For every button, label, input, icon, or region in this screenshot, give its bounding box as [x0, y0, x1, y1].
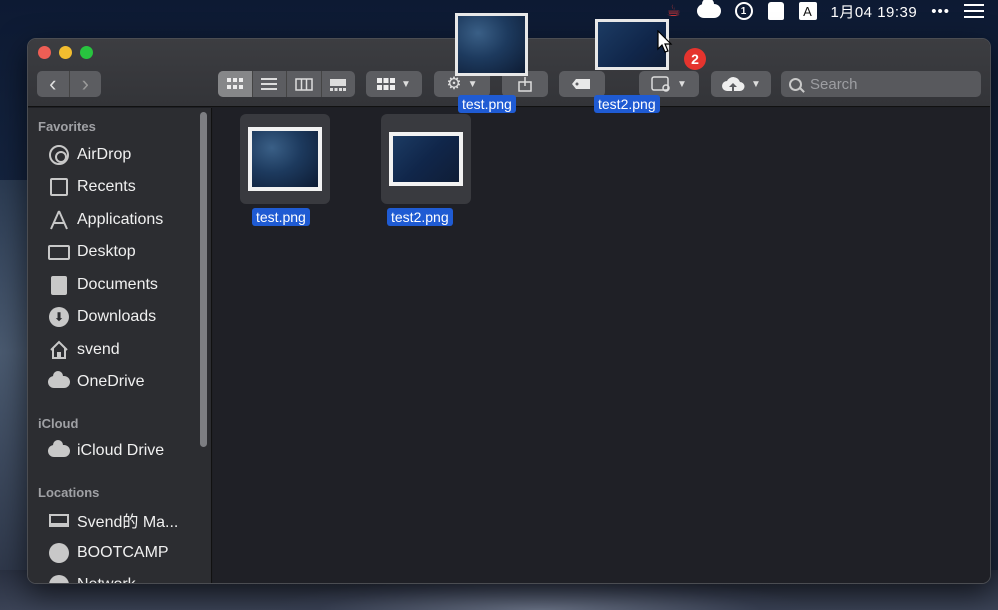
- gear-icon: ⚙: [446, 74, 462, 93]
- file-thumbnail-selected: [240, 114, 330, 204]
- chevron-down-icon: ▼: [677, 78, 687, 90]
- cloud-button[interactable]: ▼: [711, 71, 771, 97]
- group-by-button[interactable]: ▼: [366, 71, 422, 97]
- search-input[interactable]: Search: [781, 71, 981, 97]
- close-button[interactable]: [38, 46, 51, 59]
- image-thumbnail: [389, 132, 463, 186]
- sidebar-item-label: Documents: [77, 276, 158, 293]
- back-button[interactable]: ‹: [37, 71, 70, 97]
- sidebar-item-label: BOOTCAMP: [77, 544, 169, 561]
- airdrop-icon: [48, 145, 70, 165]
- sidebar-section-favorites: Favorites: [38, 119, 96, 134]
- group-grid-icon: [377, 78, 396, 90]
- image-thumbnail: [248, 127, 322, 191]
- columns-icon: [295, 77, 313, 91]
- gallery-icon: [330, 78, 347, 91]
- sidebar-item-label: Applications: [77, 211, 164, 228]
- sidebar-scrollbar[interactable]: [200, 112, 207, 447]
- zoom-button[interactable]: [80, 46, 93, 59]
- file-name-label[interactable]: test.png: [252, 208, 310, 226]
- input-source-icon[interactable]: A: [798, 2, 817, 20]
- sidebar-section-icloud: iCloud: [38, 416, 79, 431]
- menu-more-icon[interactable]: •••: [931, 3, 950, 20]
- sidebar-item-network[interactable]: Network: [48, 572, 136, 583]
- list-view-button[interactable]: [253, 71, 287, 97]
- sidebar-item-applications[interactable]: Applications: [48, 207, 163, 233]
- chevron-left-icon: ‹: [49, 71, 57, 96]
- chevron-down-icon: ▼: [467, 78, 478, 90]
- home-icon: [48, 340, 70, 360]
- sidebar-item-onedrive[interactable]: OneDrive: [48, 369, 145, 395]
- file-name-label[interactable]: test2.png: [387, 208, 453, 226]
- sidebar-item-desktop[interactable]: Desktop: [48, 239, 136, 265]
- preview-icon: [651, 76, 670, 92]
- downloads-icon: ⬇: [48, 307, 70, 327]
- mouse-pointer-icon: [657, 30, 673, 53]
- column-view-button[interactable]: [287, 71, 322, 97]
- sidebar-item-icloud-drive[interactable]: iCloud Drive: [48, 438, 164, 464]
- sidebar-item-bootcamp[interactable]: BOOTCAMP: [48, 540, 169, 566]
- sidebar-item-label: Svend的 Ma...: [77, 514, 179, 531]
- clipboard-icon[interactable]: [767, 1, 785, 21]
- grid-icon: [226, 78, 243, 89]
- icon-view-button[interactable]: [218, 71, 253, 97]
- sidebar-item-svend[interactable]: svend: [48, 337, 120, 363]
- view-switcher: [218, 71, 355, 97]
- sidebar-item-label: iCloud Drive: [77, 442, 165, 459]
- documents-icon: [48, 275, 70, 295]
- search-icon: [789, 77, 802, 91]
- tags-button[interactable]: [559, 71, 605, 97]
- coffee-cup-icon[interactable]: ☕: [665, 1, 683, 21]
- chevron-right-icon: ›: [81, 71, 89, 96]
- chevron-down-icon: ▼: [751, 78, 761, 90]
- sidebar-item-label: Downloads: [77, 308, 157, 325]
- file-thumbnail-selected: [381, 114, 471, 204]
- sidebar-item-label: OneDrive: [77, 373, 145, 390]
- gallery-view-button[interactable]: [322, 71, 356, 97]
- cloud-upload-icon: [722, 77, 745, 91]
- drag-count-badge: 2: [684, 48, 706, 70]
- cloud-icon: [48, 371, 70, 392]
- notification-list-icon[interactable]: [964, 1, 984, 21]
- laptop-icon: [48, 510, 70, 530]
- network-icon: [48, 575, 70, 583]
- window-controls: [38, 46, 93, 59]
- sidebar-item-airdrop[interactable]: AirDrop: [48, 142, 131, 168]
- drag-preview-image: [455, 13, 528, 76]
- sidebar-item-label: svend: [77, 341, 120, 358]
- sidebar-item-label: Desktop: [77, 243, 136, 260]
- applications-icon: [48, 210, 70, 230]
- sidebar-section-locations: Locations: [38, 485, 100, 500]
- menu-clock[interactable]: 1月04 19:39: [831, 1, 918, 22]
- sidebar-item-recents[interactable]: Recents: [48, 174, 136, 200]
- desktop-icon: [48, 242, 70, 262]
- chevron-down-icon: ▼: [401, 78, 411, 90]
- password-manager-icon[interactable]: 1: [734, 2, 753, 20]
- drag-preview-label: test2.png: [594, 95, 660, 113]
- sidebar: Favorites AirDrop Recents Applications D…: [28, 108, 212, 583]
- forward-button[interactable]: ›: [70, 71, 102, 97]
- cloud-sync-icon[interactable]: [696, 0, 721, 21]
- disk-icon: [48, 543, 70, 563]
- share-icon: [518, 77, 532, 92]
- sidebar-item-label: AirDrop: [77, 146, 132, 163]
- file-browser: test.png test2.png: [213, 108, 990, 583]
- sidebar-item-label: Recents: [77, 178, 136, 195]
- recents-icon: [48, 177, 70, 197]
- file-item-test[interactable]: test.png: [240, 114, 340, 234]
- file-item-test2[interactable]: test2.png: [381, 114, 481, 234]
- back-forward-control: ‹ ›: [37, 71, 101, 97]
- finder-window: ‹ › ▼ ⚙ ▼ ▼ ▼ Search Favorites AirDrop R…: [27, 38, 991, 584]
- drag-preview-label: test.png: [458, 95, 516, 113]
- search-placeholder: Search: [810, 75, 858, 93]
- quick-look-button[interactable]: ▼: [639, 71, 699, 97]
- sidebar-item-mac[interactable]: Svend的 Ma...: [48, 507, 178, 533]
- list-icon: [261, 78, 278, 90]
- sidebar-item-documents[interactable]: Documents: [48, 272, 158, 298]
- icloud-icon: [48, 440, 70, 461]
- minimize-button[interactable]: [59, 46, 72, 59]
- sidebar-item-label: Network: [77, 576, 136, 583]
- tag-icon: [572, 79, 590, 89]
- sidebar-item-downloads[interactable]: ⬇ Downloads: [48, 304, 156, 330]
